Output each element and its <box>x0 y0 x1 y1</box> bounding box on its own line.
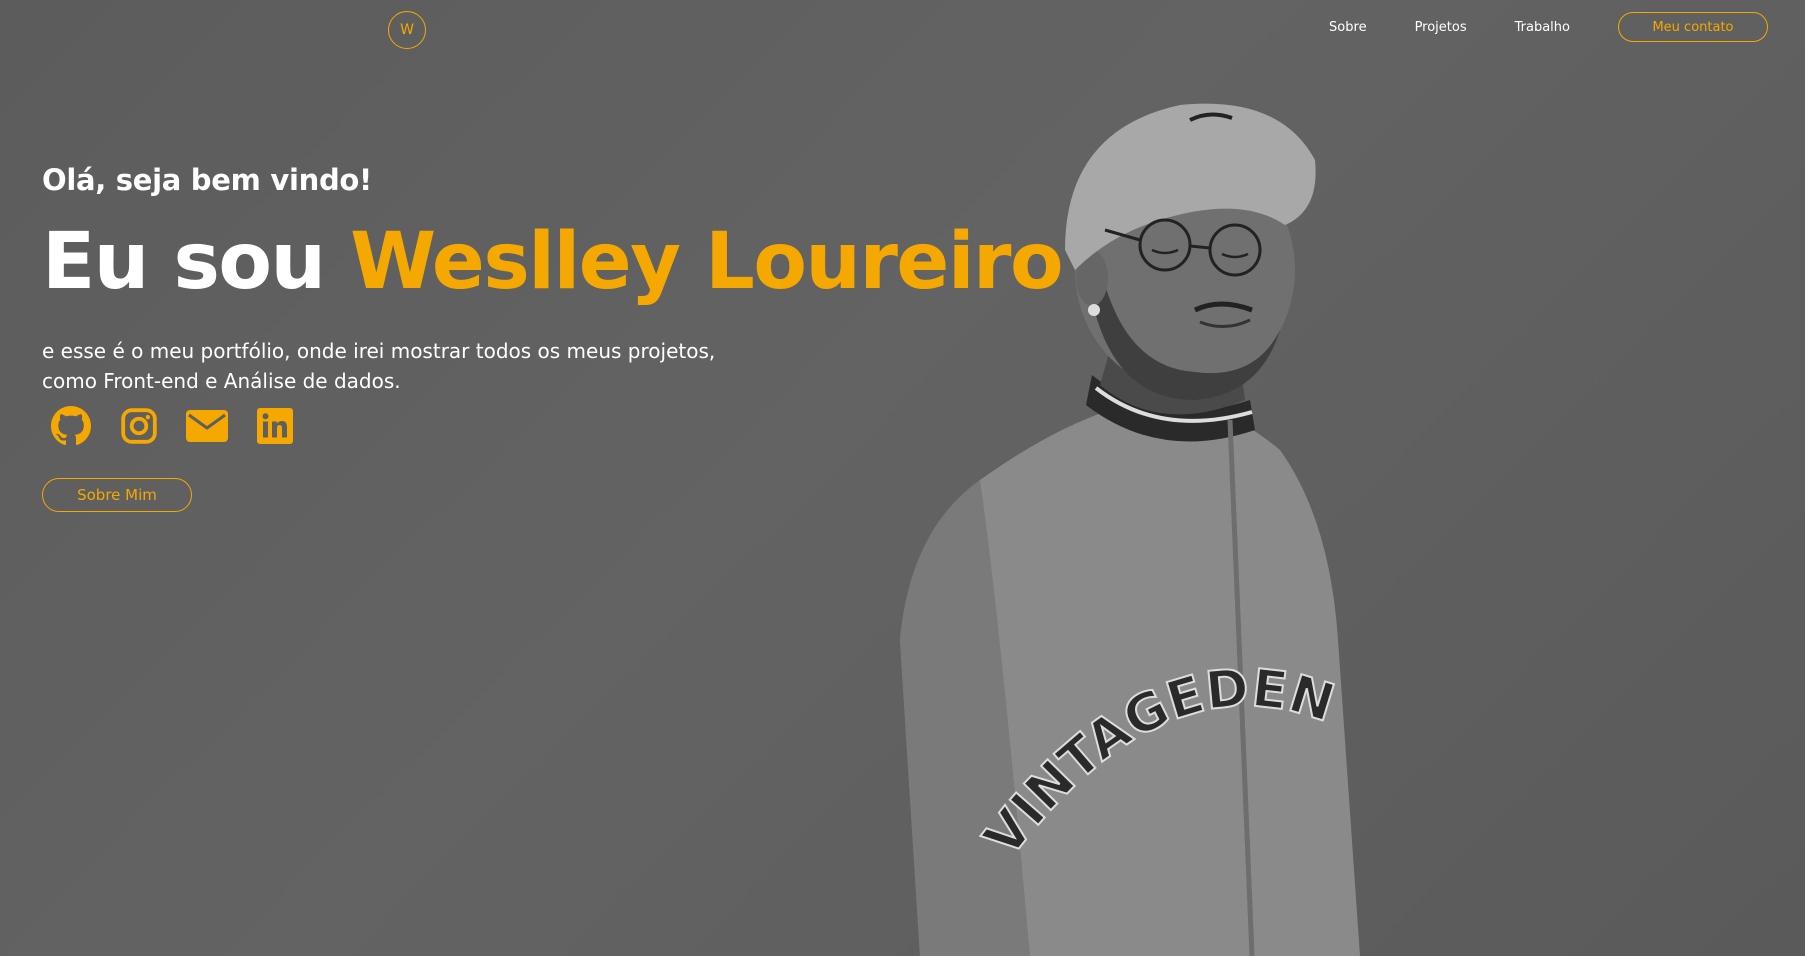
mail-icon[interactable] <box>186 405 228 447</box>
about-me-button[interactable]: Sobre Mim <box>42 478 192 512</box>
github-icon[interactable] <box>50 405 92 447</box>
headline-prefix: Eu sou <box>42 217 351 307</box>
description-line-1: e esse é o meu portfólio, onde irei most… <box>42 339 716 363</box>
instagram-icon[interactable] <box>118 405 160 447</box>
nav-link-sobre[interactable]: Sobre <box>1329 20 1367 35</box>
logo-letter: W <box>400 22 414 38</box>
nav-link-trabalho[interactable]: Trabalho <box>1515 20 1570 35</box>
portrait-photo: VINTAGEDEN <box>900 103 1360 956</box>
main-nav: Sobre Projetos Trabalho Meu contato <box>1329 12 1768 42</box>
logo[interactable]: W <box>388 11 426 49</box>
description-line-2: como Front-end e Análise de dados. <box>42 369 401 393</box>
nav-link-projetos[interactable]: Projetos <box>1415 20 1467 35</box>
hero-description: e esse é o meu portfólio, onde irei most… <box>42 336 762 396</box>
linkedin-icon[interactable] <box>254 405 296 447</box>
contact-button[interactable]: Meu contato <box>1618 12 1768 42</box>
social-links <box>50 405 322 447</box>
greeting: Olá, seja bem vindo! <box>42 163 372 197</box>
